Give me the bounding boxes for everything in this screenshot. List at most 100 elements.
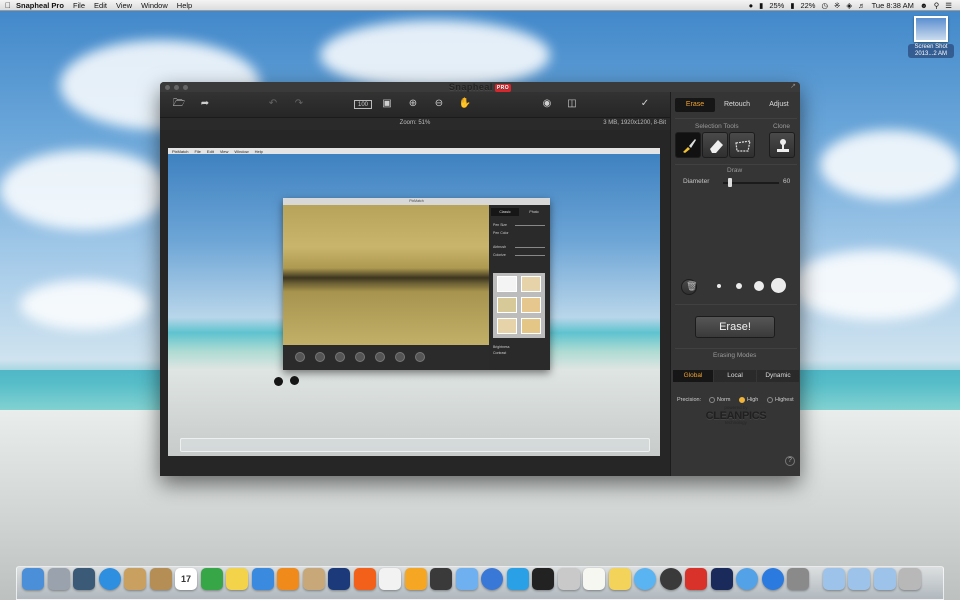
calendar-icon[interactable]: 17 xyxy=(175,568,197,590)
user-icon[interactable]: ☻ xyxy=(920,1,928,10)
finder-icon[interactable] xyxy=(22,568,44,590)
messages-icon[interactable] xyxy=(634,568,656,590)
clear-selection-button[interactable]: 🗑 xyxy=(681,279,697,295)
actual-size-icon[interactable]: 100 xyxy=(354,100,372,109)
app-store-icon[interactable] xyxy=(761,568,784,590)
image-inner-row-pen-color: Pen Color xyxy=(493,231,509,235)
tab-erase[interactable]: Erase xyxy=(675,98,715,112)
fullscreen-icon[interactable]: ↗ xyxy=(790,82,796,90)
contacts-icon[interactable] xyxy=(149,568,172,590)
menu-edit[interactable]: Edit xyxy=(94,1,107,10)
quicktime-icon[interactable] xyxy=(659,568,682,590)
wifi-icon[interactable]: ◈ xyxy=(846,1,852,10)
precision-highest[interactable]: Highest xyxy=(767,397,794,403)
vlc-icon[interactable] xyxy=(277,568,299,590)
menu-help[interactable]: Help xyxy=(177,1,192,10)
menu-file[interactable]: File xyxy=(73,1,85,10)
hand-icon[interactable]: ✋ xyxy=(456,97,474,111)
tab-retouch[interactable]: Retouch xyxy=(716,98,758,112)
notes-icon[interactable] xyxy=(608,568,631,590)
open-icon[interactable]: 🗁 xyxy=(170,97,188,111)
stickies-icon[interactable] xyxy=(226,568,248,590)
compare-icon[interactable]: ◫ xyxy=(563,97,581,111)
itunes-icon[interactable] xyxy=(736,568,758,590)
tableau-icon[interactable] xyxy=(302,568,325,590)
console-icon[interactable] xyxy=(532,568,554,590)
volume-icon[interactable]: ♬ xyxy=(858,1,866,10)
window-titlebar[interactable]: Snapheal PRO ↗ xyxy=(160,82,800,92)
tab-adjust[interactable]: Adjust xyxy=(759,98,799,112)
twitter-icon[interactable] xyxy=(506,568,529,590)
menu-app-name[interactable]: Snapheal Pro xyxy=(16,1,64,10)
brush-size-medium[interactable] xyxy=(729,276,749,296)
bluetooth-icon[interactable]: ※ xyxy=(834,1,840,10)
textedit-icon[interactable] xyxy=(583,568,605,590)
help-button[interactable]: ? xyxy=(785,456,795,466)
erase-button[interactable]: Erase! xyxy=(695,316,775,338)
diameter-slider-knob[interactable] xyxy=(728,178,733,187)
safari-icon[interactable] xyxy=(98,568,121,590)
image-capture-icon[interactable] xyxy=(557,568,580,590)
brush-size-small[interactable] xyxy=(709,276,729,296)
brush-tool-button[interactable] xyxy=(675,132,701,158)
chrome-icon[interactable] xyxy=(481,568,503,590)
system-preferences-icon[interactable] xyxy=(787,568,809,590)
desktop-file-label: Screen Shot 2013...2 AM xyxy=(908,44,954,58)
clone-stamp-button[interactable] xyxy=(769,132,795,158)
eraser-tool-button[interactable] xyxy=(702,132,728,158)
clock[interactable]: Tue 8:38 AM xyxy=(872,1,914,10)
apple-menu-icon[interactable]:  xyxy=(0,1,16,10)
lasso-tool-button[interactable] xyxy=(729,132,755,158)
brush-size-xlarge[interactable] xyxy=(769,276,789,296)
menu-status-area: ● ▮ 25% ▮ 22% ◷ ※ ◈ ♬ Tue 8:38 AM ☻ ⚲ ☰ xyxy=(749,1,960,10)
photoshop-icon[interactable] xyxy=(710,568,733,590)
zoom-in-icon[interactable]: ⊕ xyxy=(404,97,422,111)
menu-view[interactable]: View xyxy=(116,1,132,10)
preview-eye-icon[interactable]: ◉ xyxy=(538,97,556,111)
battery-icon-b[interactable]: ▮ xyxy=(790,1,794,10)
share-icon[interactable]: ➦ xyxy=(196,97,214,111)
photo-booth-icon[interactable] xyxy=(685,568,707,590)
mailbox-icon[interactable] xyxy=(455,568,478,590)
image-tires xyxy=(274,376,308,386)
redo-icon[interactable]: ↷ xyxy=(290,97,308,111)
launchpad-icon[interactable] xyxy=(47,568,70,590)
fit-screen-icon[interactable]: ▣ xyxy=(378,97,396,111)
evernote-icon[interactable] xyxy=(200,568,223,590)
pixelmator-icon[interactable] xyxy=(251,568,274,590)
precision-norm[interactable]: Norm xyxy=(709,397,730,403)
image-canvas[interactable]: PixMatch File Edit View Window Help PixM… xyxy=(160,130,670,476)
menu-window[interactable]: Window xyxy=(141,1,168,10)
mode-dynamic[interactable]: Dynamic xyxy=(757,370,799,382)
precision-label: Precision: xyxy=(677,397,702,403)
trash-icon[interactable] xyxy=(899,568,921,590)
time-machine-icon[interactable]: ◷ xyxy=(821,1,828,10)
crop-icon[interactable]: ✓ xyxy=(636,97,654,111)
snapheal-icon[interactable] xyxy=(328,568,350,590)
zoom-out-icon[interactable]: ⊖ xyxy=(430,97,448,111)
preview-icon[interactable] xyxy=(124,568,146,590)
applications-folder-icon[interactable] xyxy=(822,568,845,590)
soundcloud-icon[interactable] xyxy=(353,568,376,590)
pen-icon[interactable] xyxy=(404,568,427,590)
mode-local[interactable]: Local xyxy=(714,370,756,382)
menu-bar:  Snapheal Pro File Edit View Window Hel… xyxy=(0,0,960,11)
documents-folder-icon[interactable] xyxy=(848,568,870,590)
radio-icon xyxy=(767,397,773,403)
spotlight-icon[interactable]: ⚲ xyxy=(934,1,940,10)
image-inner-row-contrast: Contrast xyxy=(493,351,507,355)
image-dock xyxy=(180,438,650,452)
precision-high[interactable]: High xyxy=(739,397,758,403)
mode-global[interactable]: Global xyxy=(673,370,713,382)
twitter-status-icon[interactable]: ● xyxy=(749,1,754,10)
brush-size-large[interactable] xyxy=(749,276,769,296)
inkscape-icon[interactable] xyxy=(379,568,401,590)
edited-image[interactable]: PixMatch File Edit View Window Help PixM… xyxy=(168,148,660,456)
battery-icon-a[interactable]: ▮ xyxy=(759,1,763,10)
dashboard-icon[interactable] xyxy=(73,568,95,590)
downloads-folder-icon[interactable] xyxy=(873,568,896,590)
undo-icon[interactable]: ↶ xyxy=(264,97,282,111)
desktop-file-screenshot[interactable]: Screen Shot 2013...2 AM xyxy=(908,16,954,58)
witch-icon[interactable] xyxy=(430,568,452,590)
notification-center-icon[interactable]: ☰ xyxy=(945,1,952,10)
